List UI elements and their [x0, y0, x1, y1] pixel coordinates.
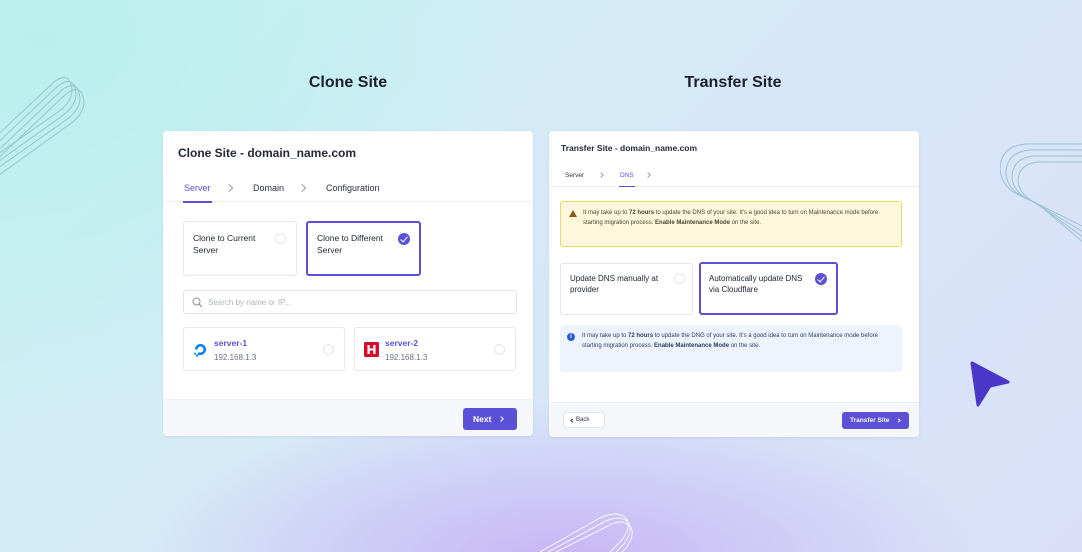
tab-configuration[interactable]: Configuration [326, 183, 380, 193]
decorative-swoosh-left [0, 77, 85, 176]
option-label-line2: via Cloudflare [709, 285, 758, 294]
alert-text: on the site. [729, 343, 761, 349]
clone-site-card: Clone Site - domain_name.com Server Doma… [163, 131, 533, 436]
decorative-swoosh-bottom [540, 513, 633, 552]
option-label-line1: Update DNS manually at [570, 274, 659, 283]
radio-unchecked-icon [674, 273, 685, 284]
auto-update-dns-cloudflare-option[interactable]: Automatically update DNS via Cloudflare [699, 262, 838, 315]
chevron-right-icon [896, 417, 901, 423]
enable-maintenance-link[interactable]: Enable Maintenance Mode [654, 343, 729, 349]
dns-warning-alert: It may take up to 72 hours to update the… [560, 201, 902, 247]
radio-unchecked-icon [275, 233, 286, 244]
server-card-1[interactable]: server-1 192.168.1.3 [183, 327, 345, 371]
clone-card-title: Clone Site - domain_name.com [178, 146, 357, 160]
chevron-right-icon [498, 416, 504, 422]
alert-text: It may take up to [583, 210, 630, 216]
transfer-card-title: Transfer Site - domain_name.com [561, 143, 698, 153]
enable-maintenance-link[interactable]: Enable Maintenance Mode [655, 220, 730, 226]
transfer-tabs: Server DNS [549, 163, 919, 187]
update-dns-manually-option[interactable]: Update DNS manually at provider [560, 263, 693, 315]
option-label-line2: provider [570, 285, 599, 294]
server-ip: 192.168.1.3 [214, 353, 257, 362]
transfer-site-button-label: Transfer Site [850, 417, 890, 424]
search-input[interactable] [208, 295, 508, 310]
alert-bold-hours: 72 hours [629, 210, 655, 216]
hetzner-icon [364, 342, 379, 357]
clone-site-heading: Clone Site [308, 74, 388, 91]
transfer-site-heading: Transfer Site [684, 74, 782, 91]
alert-text: on the site. [730, 220, 762, 226]
chevron-right-icon [598, 172, 604, 178]
tab-server[interactable]: Server [183, 183, 212, 203]
server-card-2[interactable]: server-2 192.168.1.3 [354, 327, 516, 371]
option-label-line1: Automatically update DNS [709, 274, 803, 283]
cursor-arrow-icon [970, 361, 1010, 407]
server-search-box [183, 290, 517, 314]
warning-icon [569, 210, 577, 217]
radio-checked-icon [815, 273, 827, 285]
transfer-card-footer: Back Transfer Site [549, 402, 919, 437]
radio-unchecked-icon [494, 344, 505, 355]
option-label-line1: Clone to Different [317, 233, 383, 243]
transfer-site-card: Transfer Site - domain_name.com Server D… [549, 131, 919, 437]
digitalocean-icon [194, 344, 206, 357]
alert-bold-hours: 72 hours [628, 333, 654, 339]
decorative-swoosh-right [1000, 143, 1082, 242]
server-name: server-1 [214, 338, 248, 348]
tab-domain[interactable]: Domain [253, 183, 284, 193]
chevron-right-icon [297, 183, 307, 193]
chevron-right-icon [224, 183, 234, 193]
back-button[interactable]: Back [563, 412, 605, 428]
tab-dns[interactable]: DNS [619, 172, 635, 187]
alert-text: It may take up to [582, 333, 629, 339]
clone-to-different-server-option[interactable]: Clone to Different Server [306, 221, 421, 276]
search-icon [192, 297, 203, 308]
clone-tabs: Server Domain Configuration [163, 171, 533, 203]
option-label-line2: Server [193, 245, 219, 255]
option-label-line2: Server [317, 245, 343, 255]
radio-checked-icon [398, 233, 410, 245]
next-button-label: Next [473, 414, 492, 424]
back-button-label: Back [576, 417, 590, 423]
info-icon: i [567, 333, 575, 341]
server-ip: 192.168.1.3 [385, 353, 428, 362]
chevron-right-icon [645, 172, 651, 178]
next-button[interactable]: Next [463, 408, 517, 430]
transfer-site-button[interactable]: Transfer Site [842, 412, 909, 429]
server-name: server-2 [385, 338, 419, 348]
radio-unchecked-icon [323, 344, 334, 355]
clone-card-footer: Next [163, 399, 533, 436]
chevron-left-icon [570, 418, 575, 423]
dns-info-alert: i It may take up to 72 hours to update t… [560, 325, 902, 372]
clone-to-current-server-option[interactable]: Clone to Current Server [183, 221, 297, 276]
tab-server[interactable]: Server [565, 172, 584, 179]
option-label-line1: Clone to Current [193, 233, 256, 243]
